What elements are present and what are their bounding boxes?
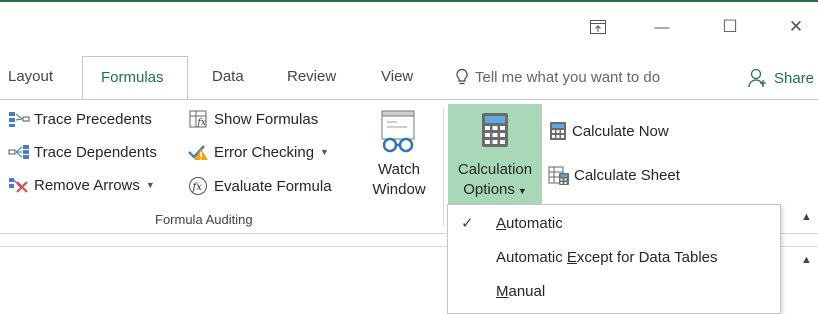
svg-text:fx: fx <box>192 182 203 193</box>
tab-view[interactable]: View <box>381 68 413 85</box>
calculate-sheet-icon <box>548 166 569 185</box>
error-checking-button[interactable]: Error Checking ▼ <box>188 143 329 161</box>
remove-arrows-icon <box>9 178 28 193</box>
show-formulas-button[interactable]: fx Show Formulas <box>188 110 318 128</box>
evaluate-formula-button[interactable]: fx Evaluate Formula <box>188 176 332 196</box>
menu-item-automatic[interactable]: Automatic <box>496 215 563 232</box>
share-button[interactable]: Share <box>748 68 814 88</box>
calculation-options-button[interactable]: Calculation Options ▼ <box>448 104 542 204</box>
group-label-formula-auditing: Formula Auditing <box>155 212 253 227</box>
minimize-button[interactable]: — <box>642 14 682 40</box>
maximize-button[interactable]: ☐ <box>710 14 750 40</box>
trace-dependents-label: Trace Dependents <box>34 143 157 161</box>
calculate-now-label: Calculate Now <box>572 122 669 140</box>
menu-item-manual-label: anual <box>508 283 546 300</box>
calculate-sheet-label: Calculate Sheet <box>574 166 680 184</box>
menu-item-manual[interactable]: Manual <box>496 283 545 300</box>
calculate-sheet-button[interactable]: Calculate Sheet <box>548 165 680 185</box>
remove-arrows-button[interactable]: Remove Arrows ▼ <box>8 176 155 194</box>
close-icon: ✕ <box>788 17 804 36</box>
menu-item-manual-accel: M <box>496 283 509 300</box>
minimize-icon: — <box>654 18 670 36</box>
tab-data[interactable]: Data <box>212 68 244 85</box>
tell-me-text: Tell me what you want to do <box>475 68 661 86</box>
expand-formula-bar-icon[interactable]: ▲ <box>801 254 812 266</box>
evaluate-formula-icon: fx <box>189 177 207 195</box>
tab-formulas[interactable]: Formulas <box>82 56 188 100</box>
chevron-down-icon: ▼ <box>517 186 527 196</box>
person-add-icon <box>748 68 766 88</box>
maximize-icon: ☐ <box>722 17 738 36</box>
calculator-icon <box>482 113 508 147</box>
calculation-options-label-line1: Calculation <box>457 161 533 178</box>
tell-me-box[interactable]: Tell me what you want to do <box>455 68 660 86</box>
tab-review[interactable]: Review <box>287 68 336 85</box>
group-separator <box>443 108 444 226</box>
calculation-options-label-line2: Options <box>463 181 515 198</box>
trace-dependents-button[interactable]: Trace Dependents <box>8 143 157 161</box>
menu-item-automatic-except-data-tables[interactable]: Automatic Except for Data Tables <box>496 249 718 266</box>
tab-formulas-label: Formulas <box>101 69 164 86</box>
menu-item-automatic-except-prefix: Automatic <box>496 249 567 266</box>
ribbon-display-options-button[interactable] <box>578 14 618 40</box>
lightbulb-icon <box>456 68 468 85</box>
window-accent-line <box>0 0 818 2</box>
show-formulas-label: Show Formulas <box>214 110 319 128</box>
remove-arrows-label: Remove Arrows <box>34 176 140 194</box>
watch-window-icon <box>381 110 415 153</box>
collapse-ribbon-icon[interactable]: ▲ <box>801 211 812 223</box>
menu-item-automatic-except-accel: E <box>566 249 577 266</box>
close-button[interactable]: ✕ <box>776 14 816 40</box>
trace-precedents-label: Trace Precedents <box>34 110 152 128</box>
error-checking-icon <box>188 145 208 160</box>
checkmark-icon: ✓ <box>461 215 474 232</box>
error-checking-label: Error Checking <box>214 143 315 161</box>
watch-window-button[interactable]: Watch Window <box>362 108 436 204</box>
calculate-now-icon <box>550 122 566 140</box>
svg-text:fx: fx <box>197 118 206 128</box>
ribbon-display-icon <box>590 20 606 34</box>
chevron-down-icon[interactable]: ▼ <box>146 180 155 190</box>
trace-precedents-icon <box>9 112 30 127</box>
watch-window-label-line1: Watch <box>378 161 420 178</box>
menu-item-automatic-label: utomatic <box>506 215 563 232</box>
calculation-options-menu: ✓ Automatic Automatic Except for Data Ta… <box>447 204 781 314</box>
watch-window-label-line2: Window <box>372 181 426 198</box>
trace-precedents-button[interactable]: Trace Precedents <box>8 110 152 128</box>
calculate-now-button[interactable]: Calculate Now <box>548 121 669 141</box>
menu-item-automatic-except-label: xcept for Data Tables <box>576 249 718 266</box>
chevron-down-icon[interactable]: ▼ <box>320 147 329 157</box>
evaluate-formula-label: Evaluate Formula <box>214 177 332 195</box>
share-label: Share <box>774 69 815 87</box>
ribbon-top-border <box>0 99 818 100</box>
trace-dependents-icon <box>8 145 29 159</box>
menu-item-automatic-accel: A <box>496 215 507 232</box>
show-formulas-icon: fx <box>189 110 207 128</box>
tab-layout[interactable]: Layout <box>8 68 53 85</box>
